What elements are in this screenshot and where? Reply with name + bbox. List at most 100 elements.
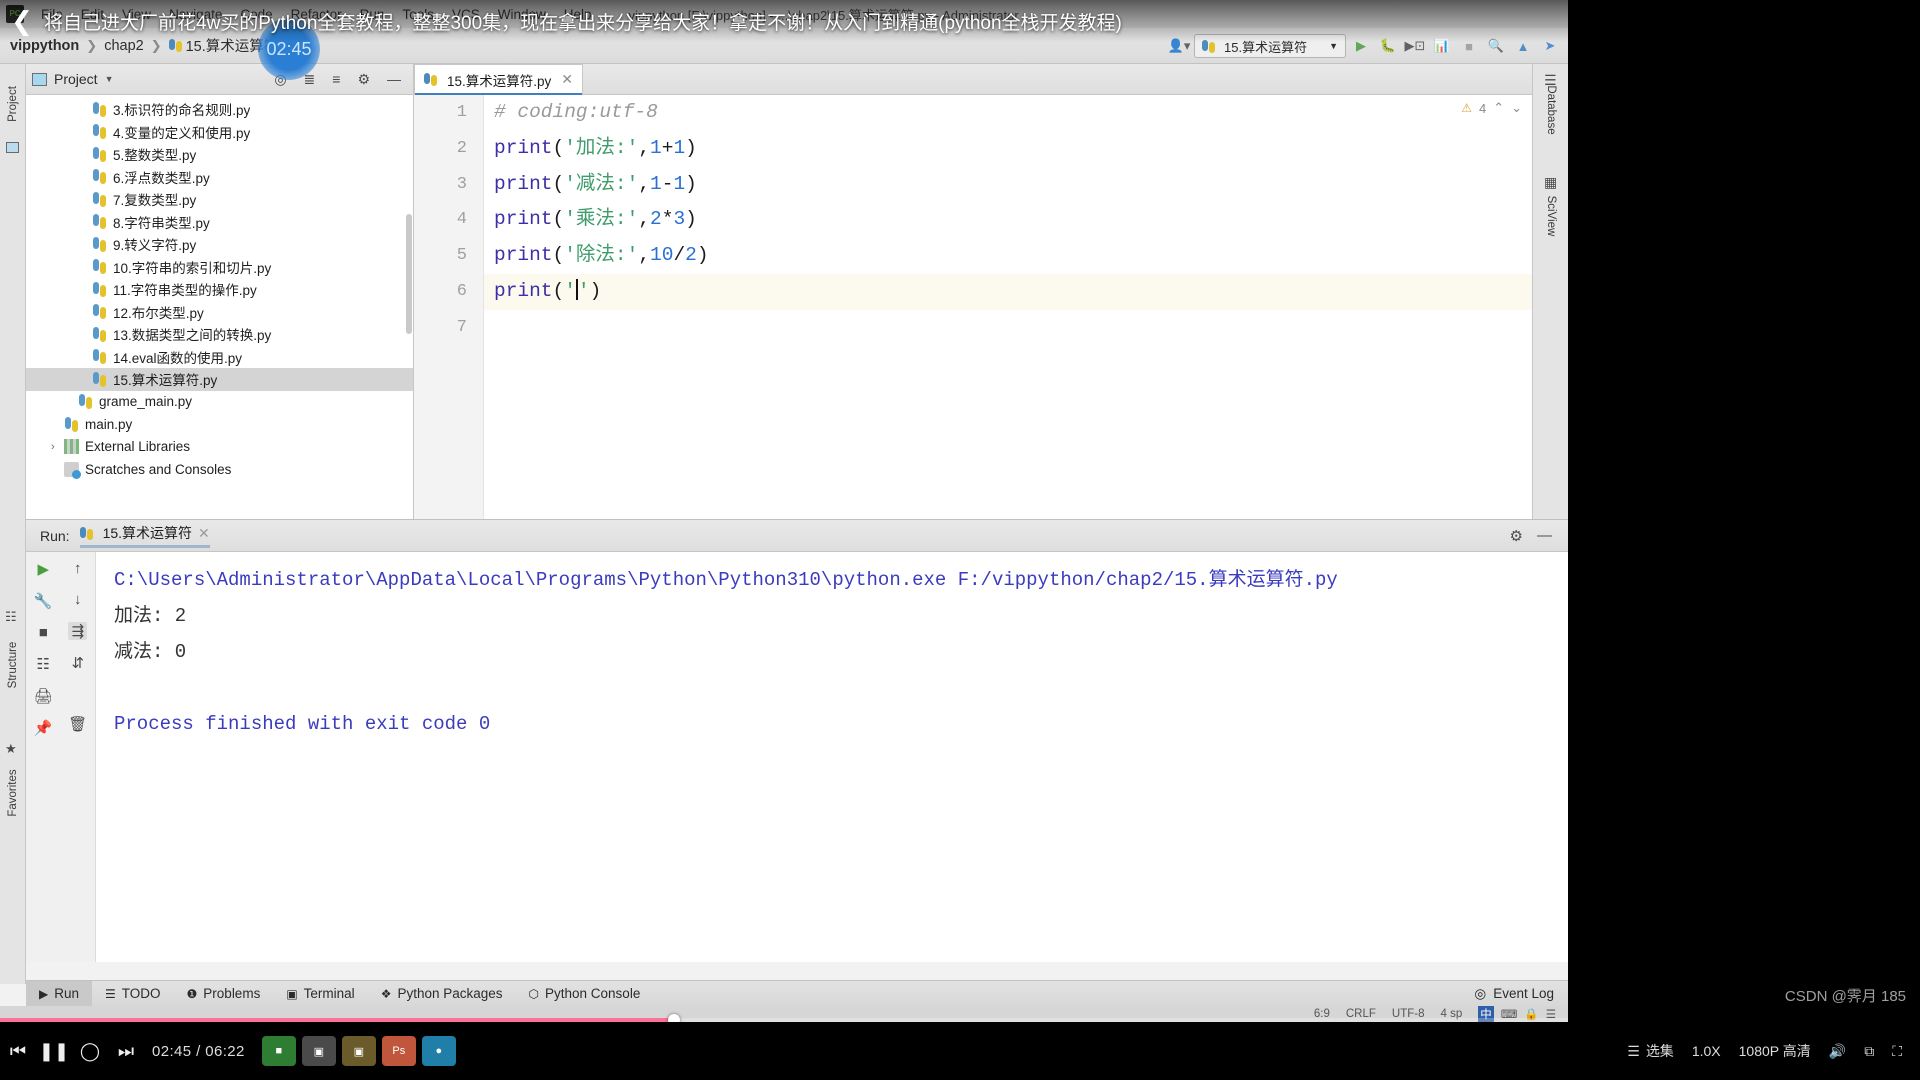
editor-code[interactable]: # coding:utf-8 print('加法:',1+1) print('减法:…: [484, 95, 1532, 519]
tree-item[interactable]: 12.布尔类型.py: [26, 301, 413, 324]
video-frame[interactable]: PC File Edit View Navigate Code Refactor…: [0, 0, 1568, 1022]
volume-icon[interactable]: 🔊: [1829, 1043, 1846, 1060]
code-line[interactable]: [484, 310, 1532, 346]
tree-item[interactable]: 8.字符串类型.py: [26, 211, 413, 234]
code-line[interactable]: print('乘法:',2*3): [484, 202, 1532, 238]
tool-window-button-python-packages[interactable]: ❖ Python Packages: [368, 981, 516, 1007]
chevron-right-icon[interactable]: ›: [51, 441, 62, 453]
tree-item[interactable]: 4.变量的定义和使用.py: [26, 121, 413, 144]
code-line[interactable]: print(' '): [484, 273, 1532, 310]
stop-icon[interactable]: ■: [39, 624, 48, 641]
chevron-down-icon[interactable]: ▼: [105, 74, 114, 84]
sidebar-item-database[interactable]: Database: [1545, 78, 1557, 142]
editor-tab-active[interactable]: 15.算术运算符.py ✕: [414, 64, 584, 95]
tree-item[interactable]: 10.字符串的索引和切片.py: [26, 256, 413, 279]
tree-item[interactable]: 13.数据类型之间的转换.py: [26, 323, 413, 346]
sidebar-item-sciview[interactable]: SciView: [1545, 185, 1557, 247]
tree-item-label: 4.变量的定义和使用.py: [113, 125, 251, 141]
stop-icon[interactable]: ◯: [72, 1033, 108, 1069]
scroll-down-icon[interactable]: ↓: [74, 591, 82, 608]
event-log-button[interactable]: ◎ Event Log: [1474, 986, 1568, 1002]
sidebar-item-favorites[interactable]: Favorites: [7, 763, 19, 823]
picture-in-picture-icon[interactable]: ⧉: [1864, 1043, 1874, 1060]
rerun-icon[interactable]: ▶: [37, 560, 49, 578]
scroll-up-icon[interactable]: ↑: [74, 560, 82, 577]
tree-item[interactable]: › External Libraries: [26, 436, 413, 459]
line-number: 2: [456, 138, 467, 158]
hide-icon[interactable]: —: [387, 71, 401, 88]
taskbar-app-icon-2[interactable]: ▣: [301, 1036, 336, 1066]
trash-icon[interactable]: 🗑: [68, 715, 87, 733]
tree-item[interactable]: 3.标识符的命名规则.py: [26, 98, 413, 121]
project-tree[interactable]: 3.标识符的命名规则.py 4.变量的定义和使用.py 5.整数类型.py 6.浮点数…: [26, 95, 413, 481]
settings-gear-icon[interactable]: ⚙: [357, 71, 370, 88]
tool-window-button-python-console[interactable]: ⬡ Python Console: [516, 981, 654, 1007]
code-line[interactable]: print('除法:',10/2): [484, 238, 1532, 274]
python-file-icon: [424, 73, 437, 86]
minimize-icon[interactable]: —: [1537, 527, 1552, 545]
sidebar-item-project[interactable]: Project: [7, 74, 19, 134]
soft-wrap-icon[interactable]: ☷: [37, 655, 50, 673]
expand-all-icon[interactable]: ≡: [332, 71, 340, 88]
python-file-icon: [79, 526, 93, 540]
tree-item[interactable]: 6.浮点数类型.py: [26, 166, 413, 189]
screen: PC File Edit View Navigate Code Refactor…: [0, 0, 1920, 1080]
tree-item[interactable]: 14.eval函数的使用.py: [26, 346, 413, 369]
code-token: print: [494, 172, 553, 195]
editor-gutter[interactable]: 1 2 3 4 5 6 7: [414, 95, 484, 519]
close-icon[interactable]: ✕: [198, 525, 210, 542]
print-icon[interactable]: 🖨: [34, 687, 53, 705]
code-line[interactable]: print('减法:',1-1): [484, 167, 1532, 203]
code-line[interactable]: # coding:utf-8: [484, 95, 1532, 131]
chevron-down-icon: ▼: [1329, 41, 1338, 51]
run-tab[interactable]: 15.算术运算符 ✕: [79, 523, 210, 548]
taskbar-app-icon-photoshop[interactable]: Ps: [381, 1036, 416, 1066]
previous-track-icon[interactable]: ⏮: [0, 1033, 36, 1069]
tree-item-label: 10.字符串的索引和切片.py: [113, 260, 272, 276]
tree-item[interactable]: 15.算术运算符.py: [26, 368, 413, 391]
tool-window-button-run[interactable]: ▶ Run: [26, 980, 92, 1007]
tool-window-button-terminal[interactable]: ▣ Terminal: [273, 981, 367, 1007]
code-line[interactable]: print('加法:',1+1): [484, 131, 1532, 167]
code-token: ): [589, 279, 602, 302]
pin-icon[interactable]: 📌: [34, 719, 53, 737]
run-window-sidebar: ▶ 🔧 ■ ☷ 🖨 📌 ↑ ↓ ⇶ ⇵ 🗑: [26, 552, 96, 962]
tool-window-button-problems[interactable]: ❶ Problems: [174, 981, 274, 1007]
tree-item[interactable]: 11.字符串类型的操作.py: [26, 278, 413, 301]
python-file-icon: [92, 349, 107, 365]
taskbar-app-icon-browser[interactable]: ●: [421, 1036, 456, 1066]
fullscreen-icon[interactable]: ⛶: [1892, 1043, 1902, 1060]
tree-item[interactable]: main.py: [26, 413, 413, 436]
tool-window-label: TODO: [121, 986, 161, 1001]
code-token: (: [552, 279, 565, 302]
wrap-toggle-icon[interactable]: ⇶: [68, 622, 88, 640]
tree-item[interactable]: Scratches and Consoles: [26, 458, 413, 481]
settings-gear-icon[interactable]: ⚙: [1510, 527, 1523, 545]
pause-icon[interactable]: ❚❚: [36, 1033, 72, 1069]
close-icon[interactable]: ✕: [561, 71, 573, 88]
wrench-icon[interactable]: 🔧: [34, 592, 53, 610]
python-file-icon: [92, 146, 107, 162]
tree-item[interactable]: 9.转义字符.py: [26, 233, 413, 256]
taskbar-app-icon-3[interactable]: ▣: [341, 1036, 376, 1066]
tree-item-label: 5.整数类型.py: [113, 148, 197, 164]
episodes-button[interactable]: ☰ 选集: [1627, 1041, 1674, 1061]
project-scrollbar[interactable]: [406, 214, 412, 334]
editor-tab-label: 15.算术运算符.py: [447, 73, 552, 89]
taskbar-app-icon-1[interactable]: ■: [261, 1036, 296, 1066]
tool-window-button-todo[interactable]: ☰ TODO: [92, 981, 174, 1007]
tree-item[interactable]: grame_main.py: [26, 391, 413, 414]
tool-window-label: Run: [54, 986, 79, 1001]
tree-item[interactable]: 7.复数类型.py: [26, 188, 413, 211]
scroll-to-end-icon[interactable]: ⇵: [71, 654, 84, 672]
tree-item-label: 6.浮点数类型.py: [113, 170, 210, 186]
next-track-icon[interactable]: ⏭: [108, 1033, 144, 1069]
tool-window-label: Problems: [203, 986, 261, 1001]
run-console-output[interactable]: C:\Users\Administrator\AppData\Local\Pro…: [96, 552, 1568, 962]
sidebar-item-structure[interactable]: Structure: [7, 635, 19, 695]
speed-button[interactable]: 1.0X: [1692, 1043, 1721, 1059]
back-chevron-icon[interactable]: ❮: [0, 8, 44, 34]
tree-item[interactable]: 5.整数类型.py: [26, 143, 413, 166]
code-token: 2: [685, 244, 697, 267]
quality-button[interactable]: 1080P 高清: [1739, 1041, 1811, 1061]
